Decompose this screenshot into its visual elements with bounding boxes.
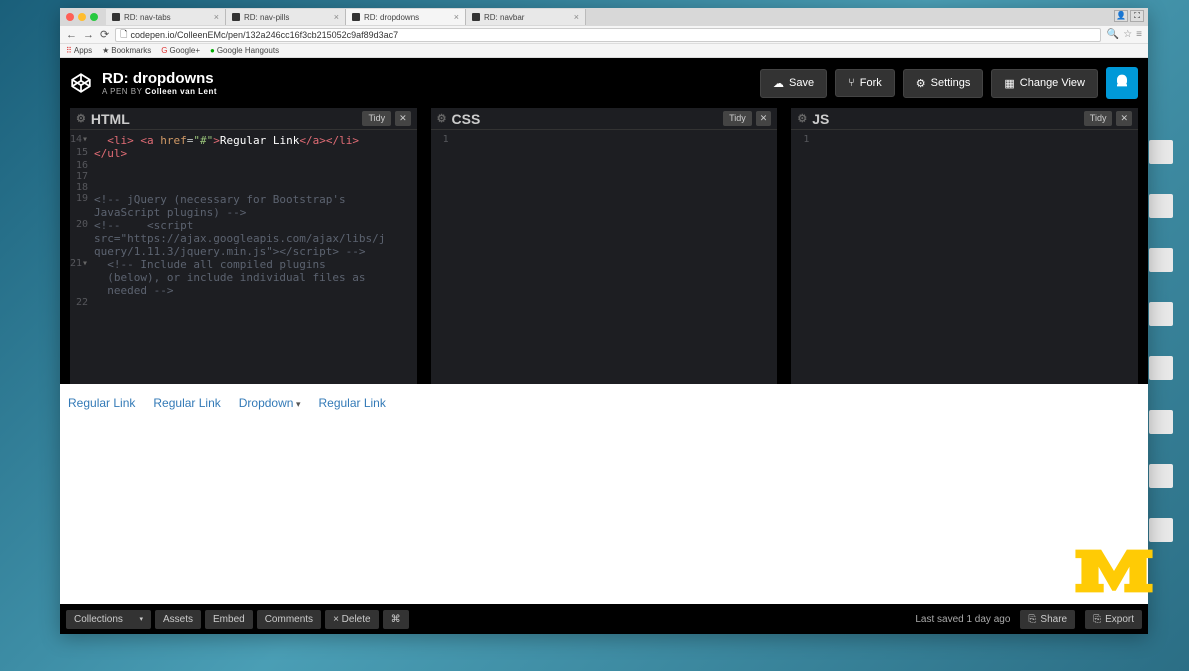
gear-icon[interactable]: ⚙: [797, 112, 807, 125]
footer-bar: Collections Assets Embed Comments × Dele…: [60, 604, 1148, 634]
browser-tab[interactable]: RD: nav-tabs ×: [106, 9, 226, 25]
gear-icon: ⚙: [916, 77, 926, 90]
url-input[interactable]: 🗋 codepen.io/ColleenEMc/pen/132a246cc16f…: [115, 28, 1101, 42]
desktop-icons: [1149, 140, 1177, 542]
editor-title: JS: [812, 111, 829, 127]
html-editor: ⚙ HTML Tidy ✕ 14▾ <li> <a href="#">Regul…: [70, 108, 417, 384]
html-code-area[interactable]: 14▾ <li> <a href="#">Regular Link</a></l…: [70, 130, 417, 384]
tidy-button[interactable]: Tidy: [362, 111, 391, 126]
close-tab-icon[interactable]: ×: [214, 12, 219, 22]
codepen-logo-icon[interactable]: [70, 72, 92, 94]
tidy-button[interactable]: Tidy: [1084, 111, 1113, 126]
codepen-favicon: [232, 13, 240, 21]
close-editor-icon[interactable]: ✕: [1116, 111, 1132, 126]
maximize-window-button[interactable]: [90, 13, 98, 21]
user-avatar[interactable]: [1106, 67, 1138, 99]
pen-author: A PEN BY Colleen van Lent: [102, 87, 217, 96]
cloud-icon: ☁: [773, 77, 784, 90]
preview-link[interactable]: Regular Link: [318, 396, 385, 592]
embed-button[interactable]: Embed: [205, 610, 253, 629]
editor-panels: ⚙ HTML Tidy ✕ 14▾ <li> <a href="#">Regul…: [60, 108, 1148, 384]
bookmark-item[interactable]: GGoogle+: [161, 46, 200, 55]
editor-title: HTML: [91, 111, 130, 127]
close-tab-icon[interactable]: ×: [334, 12, 339, 22]
desktop-icon[interactable]: [1149, 194, 1173, 218]
forward-button[interactable]: →: [83, 29, 94, 41]
save-status: Last saved 1 day ago: [915, 614, 1010, 625]
preview-pane: Regular Link Regular Link Dropdown Regul…: [60, 384, 1148, 604]
minimize-window-button[interactable]: [78, 13, 86, 21]
fullscreen-button[interactable]: ⛶: [1130, 10, 1144, 22]
close-tab-icon[interactable]: ×: [454, 12, 459, 22]
michigan-logo-icon: [1069, 541, 1159, 601]
desktop-icon[interactable]: [1149, 464, 1173, 488]
preview-link[interactable]: Regular Link: [68, 396, 135, 592]
menu-icon[interactable]: ≡: [1136, 29, 1142, 40]
gear-icon[interactable]: ⚙: [437, 112, 447, 125]
zoom-icon[interactable]: 🔍: [1107, 29, 1119, 40]
close-tab-icon[interactable]: ×: [574, 12, 579, 22]
star-icon[interactable]: ☆: [1123, 29, 1132, 40]
desktop-icon[interactable]: [1149, 410, 1173, 434]
preview-dropdown[interactable]: Dropdown: [239, 396, 301, 592]
tab-title: RD: nav-pills: [244, 13, 289, 22]
close-editor-icon[interactable]: ✕: [395, 111, 411, 126]
url-bar: ← → ⟳ 🗋 codepen.io/ColleenEMc/pen/132a24…: [60, 26, 1148, 44]
back-button[interactable]: ←: [66, 29, 77, 41]
tab-title: RD: navbar: [484, 13, 524, 22]
settings-button[interactable]: ⚙ Settings: [903, 69, 984, 98]
bookmark-item[interactable]: ★Bookmarks: [102, 46, 151, 55]
traffic-lights: [66, 13, 98, 21]
close-editor-icon[interactable]: ✕: [756, 111, 772, 126]
pen-title: RD: dropdowns: [102, 70, 217, 87]
js-editor: ⚙ JS Tidy ✕ 1: [791, 108, 1138, 384]
export-button[interactable]: ⎘ Export: [1085, 610, 1142, 629]
tidy-button[interactable]: Tidy: [723, 111, 752, 126]
tab-title: RD: nav-tabs: [124, 13, 171, 22]
bookmark-bar: ⠿Apps ★Bookmarks GGoogle+ ●Google Hangou…: [60, 44, 1148, 58]
editor-title: CSS: [452, 111, 481, 127]
desktop-icon[interactable]: [1149, 302, 1173, 326]
codepen-favicon: [472, 13, 480, 21]
preview-link[interactable]: Regular Link: [153, 396, 220, 592]
fork-button[interactable]: ⑂ Fork: [835, 69, 895, 97]
window-controls: 👤 ⛶: [1114, 10, 1144, 22]
js-code-area[interactable]: 1: [791, 130, 1138, 384]
browser-window: RD: nav-tabs × RD: nav-pills × RD: dropd…: [60, 8, 1148, 634]
bookmark-apps[interactable]: ⠿Apps: [66, 46, 92, 55]
desktop-icon[interactable]: [1149, 140, 1173, 164]
user-icon-button[interactable]: 👤: [1114, 10, 1128, 22]
css-code-area[interactable]: 1: [431, 130, 778, 384]
change-view-button[interactable]: ▦ Change View: [991, 69, 1098, 98]
desktop-icon[interactable]: [1149, 356, 1173, 380]
layout-icon: ▦: [1004, 77, 1014, 90]
codepen-header: RD: dropdowns A PEN BY Colleen van Lent …: [60, 58, 1148, 108]
keyboard-button[interactable]: ⌘: [383, 610, 409, 629]
share-button[interactable]: ⎘ Share: [1020, 610, 1075, 629]
desktop-icon[interactable]: [1149, 248, 1173, 272]
comments-button[interactable]: Comments: [257, 610, 321, 629]
browser-tab-bar: RD: nav-tabs × RD: nav-pills × RD: dropd…: [60, 8, 1148, 26]
fork-icon: ⑂: [848, 77, 855, 89]
browser-tab[interactable]: RD: nav-pills ×: [226, 9, 346, 25]
browser-tab-active[interactable]: RD: dropdowns ×: [346, 9, 466, 25]
close-window-button[interactable]: [66, 13, 74, 21]
reload-button[interactable]: ⟳: [100, 28, 109, 41]
collections-button[interactable]: Collections: [66, 610, 151, 629]
bookmark-item[interactable]: ●Google Hangouts: [210, 46, 279, 55]
assets-button[interactable]: Assets: [155, 610, 201, 629]
codepen-favicon: [352, 13, 360, 21]
save-button[interactable]: ☁ Save: [760, 69, 827, 98]
gear-icon[interactable]: ⚙: [76, 112, 86, 125]
codepen-favicon: [112, 13, 120, 21]
tab-title: RD: dropdowns: [364, 13, 419, 22]
css-editor: ⚙ CSS Tidy ✕ 1: [431, 108, 778, 384]
desktop-icon[interactable]: [1149, 518, 1173, 542]
delete-button[interactable]: × Delete: [325, 610, 379, 629]
browser-tab[interactable]: RD: navbar ×: [466, 9, 586, 25]
